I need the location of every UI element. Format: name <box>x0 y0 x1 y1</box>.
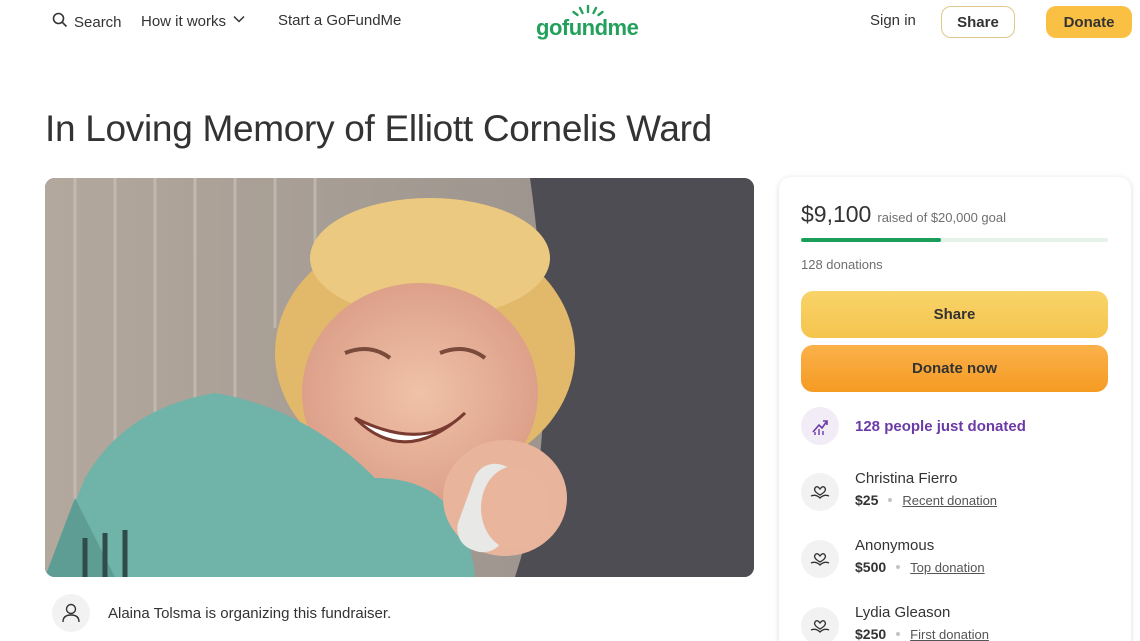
donation-count: 128 donations <box>801 257 883 272</box>
trending-up-icon <box>801 407 839 445</box>
campaign-title: In Loving Memory of Elliott Cornelis War… <box>45 108 712 149</box>
how-it-works-label: How it works <box>141 12 227 30</box>
donor-name: Anonymous <box>855 537 935 554</box>
share-button[interactable]: Share <box>801 291 1108 338</box>
fundraiser-page: Search How it works Start a GoFundMe gof… <box>0 0 1140 641</box>
organizer-text: Alaina Tolsma is organizing this fundrai… <box>108 604 392 622</box>
header-donate-button[interactable]: Donate <box>1046 6 1132 38</box>
donor-item: Christina Fierro $25 Recent donation <box>801 470 997 511</box>
top-nav: Search How it works Start a GoFundMe gof… <box>0 0 1140 44</box>
sign-in-label: Sign in <box>870 12 916 29</box>
donor-item: Lydia Gleason $250 First donation <box>801 604 989 641</box>
separator-dot <box>888 498 893 502</box>
donor-type-link[interactable]: Top donation <box>910 560 984 575</box>
separator-dot <box>896 565 901 569</box>
donor-meta: $250 First donation <box>855 626 989 641</box>
raised-amount: $9,100 <box>801 201 872 227</box>
progress-bar <box>801 238 1108 242</box>
gofundme-logo[interactable]: gofundme <box>536 4 640 40</box>
donor-name: Lydia Gleason <box>855 604 951 621</box>
heart-hand-icon <box>801 540 839 578</box>
donor-meta: $25 Recent donation <box>855 492 997 508</box>
header-share-button[interactable]: Share <box>941 6 1015 38</box>
organizer-row: Alaina Tolsma is organizing this fundrai… <box>52 594 391 632</box>
heart-hand-icon <box>801 607 839 641</box>
progress-fill <box>801 238 941 242</box>
search-label: Search <box>74 13 122 31</box>
search-icon <box>52 12 68 32</box>
chevron-down-icon <box>232 12 246 30</box>
sign-in-link[interactable]: Sign in <box>870 12 916 29</box>
donation-card: $9,100 raised of $20,000 goal 128 donati… <box>779 177 1131 641</box>
donor-amount: $250 <box>855 626 887 641</box>
campaign-photo-image <box>45 178 754 577</box>
start-gofundme-link[interactable]: Start a GoFundMe <box>278 12 401 29</box>
donor-item: Anonymous $500 Top donation <box>801 537 985 578</box>
donor-meta: $500 Top donation <box>855 559 985 575</box>
donor-type-link[interactable]: Recent donation <box>902 493 997 508</box>
logo-text: gofundme <box>536 15 639 40</box>
search-link[interactable]: Search <box>52 12 122 32</box>
start-gofundme-label: Start a GoFundMe <box>278 12 402 29</box>
donor-amount: $25 <box>855 492 879 508</box>
donor-name: Christina Fierro <box>855 470 958 487</box>
how-it-works-menu[interactable]: How it works <box>141 12 246 30</box>
heart-hand-icon <box>801 473 839 511</box>
raised-goal: raised of $20,000 goal <box>877 210 1007 225</box>
separator-dot <box>896 632 901 636</box>
user-icon <box>52 594 90 632</box>
campaign-photo[interactable] <box>45 178 754 577</box>
recent-activity[interactable]: 128 people just donated <box>801 407 1026 445</box>
donor-amount: $500 <box>855 559 887 575</box>
raised-summary: $9,100 raised of $20,000 goal <box>801 201 1006 228</box>
donate-now-button[interactable]: Donate now <box>801 345 1108 392</box>
donor-type-link[interactable]: First donation <box>910 627 989 641</box>
activity-text: 128 people just donated <box>855 417 1026 435</box>
